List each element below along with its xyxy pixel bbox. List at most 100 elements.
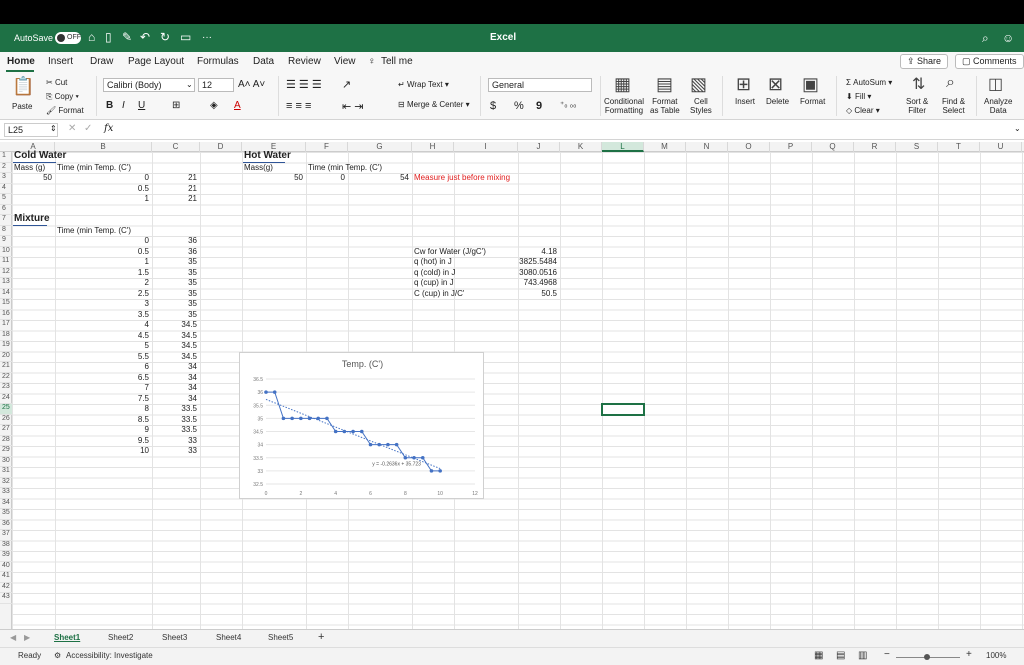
undo-icon[interactable]: ↶ — [140, 30, 150, 44]
mixture-time-cell[interactable]: 0.5 — [55, 247, 149, 257]
mixture-time-cell[interactable]: 5.5 — [55, 352, 149, 362]
mixture-temp-cell[interactable]: 34 — [152, 394, 197, 404]
row-header-6[interactable]: 6 — [0, 205, 12, 215]
mixture-time-header[interactable]: Time (min Temp. (C') — [57, 226, 131, 236]
zoom-in-icon[interactable]: + — [966, 649, 972, 660]
mixture-time-cell[interactable]: 8.5 — [55, 415, 149, 425]
hot-mass-value[interactable]: 50 — [242, 173, 303, 183]
hot-mass-header[interactable]: Mass(g) — [244, 163, 273, 173]
column-header-o[interactable]: O — [728, 142, 770, 152]
calc-value[interactable]: 4.18 — [518, 247, 557, 257]
column-header-n[interactable]: N — [686, 142, 728, 152]
tab-view[interactable]: View — [334, 56, 356, 67]
normal-view-icon[interactable]: ▦ — [814, 650, 823, 661]
align-left-icon[interactable]: ≡ ≡ ≡ — [286, 100, 311, 112]
conditional-format-button[interactable]: Conditional Formatting — [604, 97, 644, 115]
merge-center-button[interactable]: ⊟ Merge & Center ▾ — [398, 100, 470, 109]
worksheet-grid[interactable]: ABCDEFGHIJKLMNOPQRSTUV 12345678910111213… — [0, 142, 1024, 629]
cold-time-header[interactable]: Time (min Temp. (C') — [57, 163, 131, 173]
cold-time-cell[interactable]: 0 — [55, 173, 149, 183]
mixture-temp-cell[interactable]: 33.5 — [152, 425, 197, 435]
mixture-temp-cell[interactable]: 34 — [152, 383, 197, 393]
mixture-temp-cell[interactable]: 35 — [152, 278, 197, 288]
share-button[interactable]: ⇪ Share — [900, 54, 949, 69]
comments-button[interactable]: ▢ Comments — [955, 54, 1024, 69]
calc-label[interactable]: C (cup) in J/C' — [414, 289, 464, 299]
row-header-26[interactable]: 26 — [0, 415, 12, 425]
mixture-time-cell[interactable]: 10 — [55, 446, 149, 456]
mixture-temp-cell[interactable]: 36 — [152, 247, 197, 257]
page-layout-view-icon[interactable]: ▤ — [836, 650, 845, 661]
column-header-g[interactable]: G — [348, 142, 412, 152]
tab-page-layout[interactable]: Page Layout — [128, 56, 184, 67]
mixture-temp-cell[interactable]: 34 — [152, 373, 197, 383]
row-header-33[interactable]: 33 — [0, 488, 12, 499]
row-header-30[interactable]: 30 — [0, 457, 12, 467]
calc-label[interactable]: Cw for Water (J/gC') — [414, 247, 486, 257]
calc-value[interactable]: 3825.5484 — [518, 257, 557, 267]
column-header-r[interactable]: R — [854, 142, 896, 152]
cell-area[interactable]: Cold Water Mass (g) Time (min Temp. (C') 50… — [12, 150, 1024, 629]
cell-styles-button[interactable]: Cell Styles — [690, 97, 712, 115]
cold-water-title[interactable]: Cold Water — [14, 150, 66, 162]
mixture-time-cell[interactable]: 1 — [55, 257, 149, 267]
tab-home[interactable]: Home — [7, 56, 35, 67]
mixture-time-cell[interactable]: 6.5 — [55, 373, 149, 383]
account-icon[interactable]: ☺ — [1002, 31, 1014, 45]
temperature-chart[interactable]: Temp. (C') 36.5 36 35.5 35 34.5 34 33.5 33 32.5 0 2… — [239, 352, 484, 499]
function-icon[interactable]: fx — [104, 123, 113, 134]
cold-temp-cell[interactable]: 21 — [152, 173, 197, 183]
row-header-19[interactable]: 19 — [0, 341, 12, 352]
row-header-25[interactable]: 25 — [0, 404, 12, 415]
row-header-23[interactable]: 23 — [0, 383, 12, 394]
accessibility-status[interactable]: Accessibility: Investigate — [66, 651, 153, 660]
row-header-7[interactable]: 7 — [0, 215, 12, 226]
number-format-select[interactable]: General — [488, 78, 592, 92]
row-header-34[interactable]: 34 — [0, 499, 12, 509]
find-select-icon[interactable]: ⌕ — [946, 74, 955, 92]
currency-button[interactable]: $ — [490, 100, 496, 112]
column-header-h[interactable]: H — [412, 142, 454, 152]
row-header-1[interactable]: 1 — [0, 152, 12, 163]
column-header-i[interactable]: I — [454, 142, 518, 152]
column-header-l[interactable]: L — [602, 142, 644, 152]
copy-button[interactable]: ⎘ Copy ▾ — [46, 92, 79, 102]
row-header-3[interactable]: 3 — [0, 173, 12, 184]
mixture-temp-cell[interactable]: 34.5 — [152, 320, 197, 330]
row-header-14[interactable]: 14 — [0, 289, 12, 299]
row-header-31[interactable]: 31 — [0, 467, 12, 478]
customize-icon[interactable]: ▭ — [180, 30, 191, 44]
chevron-down-icon[interactable]: ⌄ — [186, 80, 193, 89]
add-sheet-icon[interactable]: + — [318, 631, 324, 643]
row-header-13[interactable]: 13 — [0, 278, 12, 289]
search-icon[interactable]: ⌕ — [982, 31, 989, 46]
font-name-select[interactable]: Calibri (Body) — [103, 78, 195, 92]
cold-time-cell[interactable]: 1 — [55, 194, 149, 204]
mixture-temp-cell[interactable]: 34.5 — [152, 341, 197, 351]
mixture-time-cell[interactable]: 6 — [55, 362, 149, 372]
row-header-20[interactable]: 20 — [0, 352, 12, 362]
sheet-tab-3[interactable]: Sheet3 — [162, 633, 187, 642]
tab-review[interactable]: Review — [288, 56, 321, 67]
align-top-icon[interactable]: ☰ ☰ ☰ — [286, 78, 322, 91]
clear-button[interactable]: ◇ Clear ▾ — [846, 106, 880, 115]
namebox-stepper-icon[interactable]: ⇕ — [50, 124, 57, 133]
save-icon[interactable]: ▯ — [105, 30, 112, 44]
sort-filter-icon[interactable]: ⇅ — [912, 74, 925, 94]
mixture-temp-cell[interactable]: 35 — [152, 310, 197, 320]
calc-value[interactable]: 743.4968 — [518, 278, 557, 288]
cold-time-cell[interactable]: 0.5 — [55, 184, 149, 194]
next-sheet-icon[interactable]: ▶ — [24, 633, 30, 642]
row-header-32[interactable]: 32 — [0, 478, 12, 488]
sort-filter-button[interactable]: Sort & Filter — [906, 97, 928, 115]
mixture-temp-cell[interactable]: 33.5 — [152, 404, 197, 414]
row-header-40[interactable]: 40 — [0, 562, 12, 572]
autosave-toggle[interactable]: OFF — [55, 32, 81, 44]
row-header-18[interactable]: 18 — [0, 331, 12, 341]
mixture-time-cell[interactable]: 9 — [55, 425, 149, 435]
increase-font-button[interactable]: A˄ A˅ — [238, 79, 265, 90]
redo-icon[interactable]: ↻ — [160, 30, 170, 44]
column-header-p[interactable]: P — [770, 142, 812, 152]
row-header-43[interactable]: 43 — [0, 593, 12, 604]
expand-formula-icon[interactable]: ⌄ — [1014, 124, 1021, 133]
